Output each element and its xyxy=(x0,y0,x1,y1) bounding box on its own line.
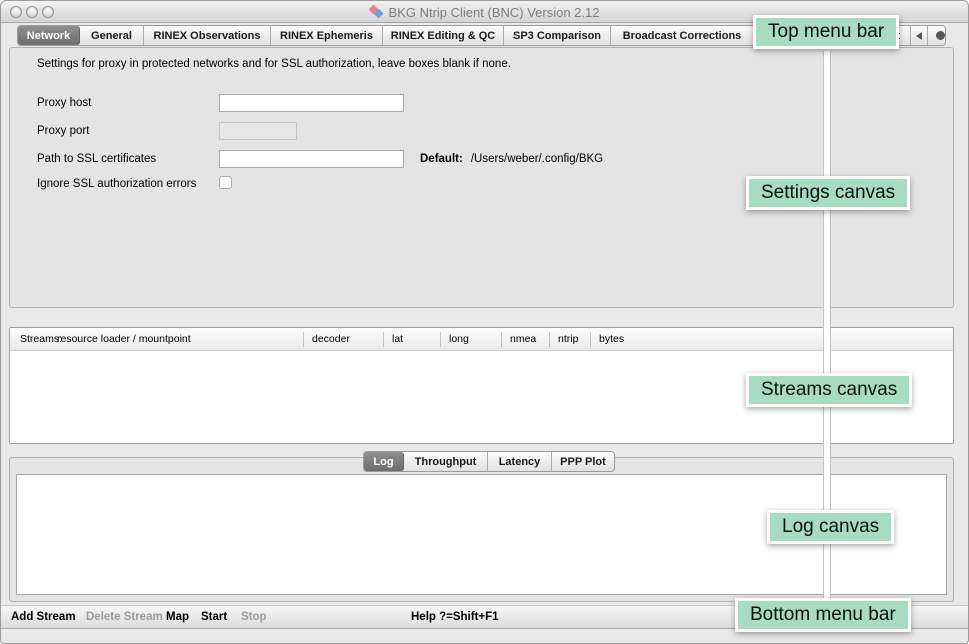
ignore-ssl-label: Ignore SSL authorization errors xyxy=(37,178,196,190)
tab-network[interactable]: Network xyxy=(18,26,80,45)
proxy-port-input[interactable] xyxy=(219,122,297,140)
annotation-streams-canvas: Streams canvas xyxy=(746,373,912,407)
start-button[interactable]: Start xyxy=(201,606,227,628)
col-bytes: bytes xyxy=(599,333,624,345)
annotation-bottom-menu-bar: Bottom menu bar xyxy=(735,598,911,632)
tab-scroll-right-icon xyxy=(936,31,945,40)
window-title: BKG Ntrip Client (BNC) Version 2.12 xyxy=(389,5,600,20)
stop-button[interactable]: Stop xyxy=(241,606,267,628)
tab-scroll-left[interactable] xyxy=(911,26,928,45)
column-separator xyxy=(549,332,550,347)
col-long: long xyxy=(449,333,469,345)
help-menu-item[interactable]: Help ?=Shift+F1 xyxy=(411,606,499,628)
log-tab-bar: Log Throughput Latency PPP Plot xyxy=(363,451,615,472)
column-separator xyxy=(501,332,502,347)
tab-scroll-right[interactable] xyxy=(928,26,945,45)
annotation-settings-canvas: Settings canvas xyxy=(746,176,910,210)
column-separator xyxy=(590,332,591,347)
map-button[interactable]: Map xyxy=(166,606,189,628)
column-separator xyxy=(440,332,441,347)
annotation-log-canvas: Log canvas xyxy=(767,510,894,544)
ssl-default-label: Default: xyxy=(420,153,463,165)
settings-intro-text: Settings for proxy in protected networks… xyxy=(37,58,511,70)
tab-rinex-observations[interactable]: RINEX Observations xyxy=(144,26,271,45)
tab-ppp-plot[interactable]: PPP Plot xyxy=(552,452,614,471)
app-icon xyxy=(370,5,384,19)
col-nmea: nmea xyxy=(510,333,536,345)
col-decoder: decoder xyxy=(312,333,350,345)
tab-scroll-left-icon xyxy=(916,32,922,40)
ignore-ssl-checkbox[interactable] xyxy=(219,176,232,189)
ssl-default-value: /Users/weber/.config/BKG xyxy=(471,153,603,165)
col-lat: lat xyxy=(392,333,403,345)
tab-rinex-editing-qc[interactable]: RINEX Editing & QC xyxy=(383,26,504,45)
delete-stream-button[interactable]: Delete Stream xyxy=(86,606,163,628)
streams-table-header: Streams: resource loader / mountpoint de… xyxy=(10,328,953,351)
add-stream-button[interactable]: Add Stream xyxy=(11,606,76,628)
ssl-path-label: Path to SSL certificates xyxy=(37,153,156,165)
col-resource-mountpoint: resource loader / mountpoint xyxy=(57,333,191,345)
bnc-window: BKG Ntrip Client (BNC) Version 2.12 Netw… xyxy=(0,0,969,644)
tab-broadcast-corrections[interactable]: Broadcast Corrections xyxy=(611,26,754,45)
proxy-host-label: Proxy host xyxy=(37,97,91,109)
column-separator xyxy=(303,332,304,347)
ssl-default-note: Default: /Users/weber/.config/BKG xyxy=(420,153,603,165)
col-ntrip: ntrip xyxy=(558,333,578,345)
tab-sp3-comparison[interactable]: SP3 Comparison xyxy=(504,26,611,45)
ssl-path-input[interactable] xyxy=(219,150,404,168)
proxy-port-label: Proxy port xyxy=(37,125,89,137)
column-separator xyxy=(383,332,384,347)
proxy-host-input[interactable] xyxy=(219,94,404,112)
annotation-top-menu-bar: Top menu bar xyxy=(753,15,899,49)
tab-log[interactable]: Log xyxy=(364,452,404,471)
streams-label: Streams: xyxy=(20,333,62,345)
tab-rinex-ephemeris[interactable]: RINEX Ephemeris xyxy=(271,26,383,45)
tab-throughput[interactable]: Throughput xyxy=(404,452,488,471)
tab-general[interactable]: General xyxy=(80,26,144,45)
tab-latency[interactable]: Latency xyxy=(488,452,552,471)
